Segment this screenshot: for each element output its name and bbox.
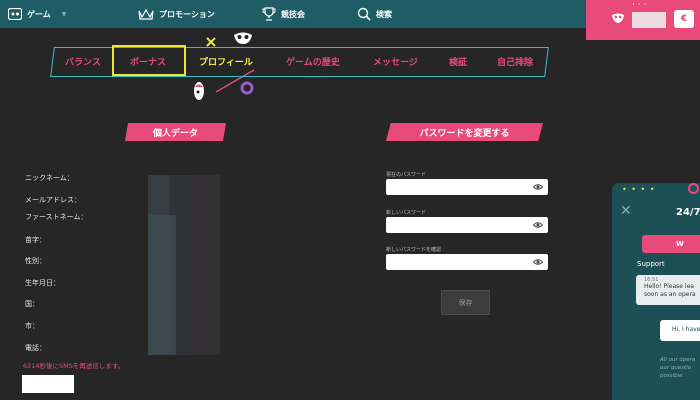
- chat-quick-reply-button[interactable]: Hi, I have: [660, 320, 700, 341]
- label-last-name: 苗字：: [25, 236, 46, 244]
- chat-ring-icon: [688, 183, 699, 194]
- character-decoration-icon: [194, 82, 204, 100]
- chat-footnote-line-2: our questio: [660, 365, 692, 371]
- eye-icon[interactable]: [533, 220, 543, 230]
- eye-icon[interactable]: [533, 257, 543, 267]
- chevron-down-icon[interactable]: ▼: [62, 11, 67, 18]
- chat-hours: 24/7: [676, 207, 700, 218]
- chat-dots: • • • •: [622, 185, 656, 194]
- label-country: 国：: [25, 300, 39, 308]
- chat-message-line-1: Hello! Please lea: [644, 283, 694, 290]
- label-birthdate: 生年月日：: [25, 279, 60, 287]
- sms-resend-notice: 6214秒後にSMSを再送信します。: [23, 362, 125, 370]
- confirm-password-input[interactable]: [386, 254, 548, 270]
- current-password-input[interactable]: [386, 179, 548, 195]
- username-redacted: [632, 12, 666, 28]
- close-icon[interactable]: ✕: [620, 203, 632, 219]
- nav-item-search[interactable]: 検索: [357, 0, 392, 28]
- eye-icon[interactable]: [533, 182, 543, 192]
- change-password-heading: パスワードを変更する: [386, 123, 543, 141]
- chat-footnote-line-3: possible.: [660, 373, 685, 379]
- trophy-icon: [262, 7, 276, 21]
- nav-item-games[interactable]: ゲーム ▼: [8, 0, 66, 28]
- account-dots: · · ·: [632, 0, 647, 10]
- tab-game-history[interactable]: ゲームの歴史: [286, 55, 340, 68]
- mask-icon: [612, 13, 624, 23]
- tab-messages[interactable]: メッセージ: [373, 55, 418, 68]
- mask-decoration-icon: [234, 32, 252, 44]
- support-chat-widget[interactable]: • • • • ✕ 24/7 W Support 16:51 Hello! Pl…: [612, 183, 700, 400]
- tab-bonus-highlight: [112, 45, 186, 76]
- nav-label-promotions: プロモーション: [159, 9, 215, 19]
- ring-decoration-icon: [240, 81, 254, 95]
- chat-footnote-line-1: All our opera: [660, 357, 696, 363]
- tab-self-exclusion[interactable]: 自己排除: [497, 55, 533, 68]
- new-password-input[interactable]: [386, 217, 548, 233]
- tab-balance[interactable]: バランス: [65, 55, 101, 68]
- chat-message-line-2: soon as an opera: [644, 291, 696, 298]
- chat-footnote: All our opera our questio possible.: [660, 356, 695, 380]
- nav-item-tournaments[interactable]: 競技会: [262, 0, 305, 28]
- chat-agent-message: 16:51 Hello! Please lea soon as an opera: [636, 275, 700, 305]
- chat-support-label: Support: [637, 260, 665, 268]
- label-city: 市：: [25, 322, 39, 330]
- save-password-button[interactable]: 保存: [441, 290, 490, 315]
- label-current-password: 現在のパスワード: [386, 172, 427, 178]
- nav-label-search: 検索: [376, 9, 392, 19]
- wallet-button[interactable]: €: [674, 10, 694, 28]
- label-gender: 性別：: [25, 257, 46, 265]
- label-confirm-password: 新しいパスワードを確認: [386, 247, 442, 253]
- label-email: メールアドレス：: [25, 196, 81, 204]
- label-nickname: ニックネーム：: [25, 174, 74, 182]
- sms-code-input[interactable]: [22, 375, 74, 393]
- nav-label-games: ゲーム: [27, 9, 51, 19]
- chat-message-time: 16:51: [644, 277, 659, 283]
- game-icon: [8, 8, 22, 20]
- crown-icon: [138, 8, 154, 20]
- tab-verification[interactable]: 検証: [449, 55, 467, 68]
- nav-item-promotions[interactable]: プロモーション: [138, 0, 215, 28]
- label-first-name: ファーストネーム：: [25, 213, 88, 221]
- account-badge[interactable]: · · · €: [586, 0, 700, 40]
- label-phone: 電話：: [25, 344, 46, 352]
- chat-welcome-banner: W: [642, 235, 700, 253]
- personal-data-heading: 個人データ: [125, 123, 226, 141]
- tab-profile[interactable]: プロフィール: [199, 55, 253, 68]
- label-new-password: 新しいパスワード: [386, 210, 427, 216]
- search-icon: [357, 7, 371, 21]
- nav-label-tournaments: 競技会: [281, 9, 305, 19]
- redacted-personal-values-overlay: [148, 215, 176, 355]
